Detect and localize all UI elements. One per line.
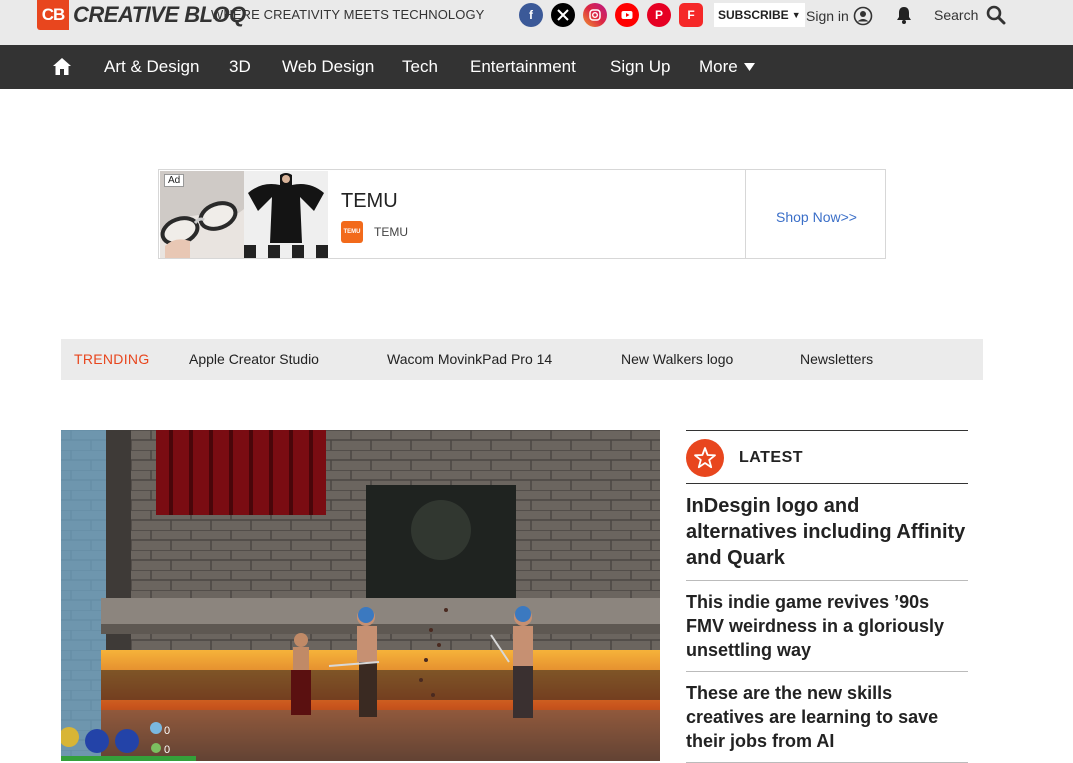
instagram-icon[interactable] xyxy=(583,3,607,27)
x-icon[interactable] xyxy=(551,3,575,27)
advertisement-banner[interactable]: Ad TEMU TEMU TEMU Shop Now>> xyxy=(158,169,886,259)
trending-label: TRENDING xyxy=(74,351,150,367)
instagram-glyph-icon xyxy=(589,9,601,21)
nav-sign-up[interactable]: Sign Up xyxy=(610,57,670,77)
caret-down-icon: ▼ xyxy=(791,10,801,20)
trending-item[interactable]: Apple Creator Studio xyxy=(189,351,319,367)
facebook-icon[interactable]: f xyxy=(519,3,543,27)
search-button[interactable]: Search xyxy=(934,5,1006,25)
sign-in-button[interactable]: Sign in xyxy=(806,6,873,26)
facebook-glyph: f xyxy=(529,8,533,22)
site-tagline: WHERE CREATIVITY MEETS TECHNOLOGY xyxy=(211,7,485,22)
search-label: Search xyxy=(934,7,979,23)
nav-art-design[interactable]: Art & Design xyxy=(104,57,199,77)
youtube-icon[interactable] xyxy=(615,3,639,27)
hero-image-game-scene[interactable]: 0 0 xyxy=(61,430,660,761)
trending-item[interactable]: Wacom MovinkPad Pro 14 xyxy=(387,351,552,367)
bell-icon xyxy=(897,7,911,24)
trending-item[interactable]: Newsletters xyxy=(800,351,873,367)
nav-entertainment[interactable]: Entertainment xyxy=(470,57,576,77)
sign-in-label: Sign in xyxy=(806,8,849,24)
pinterest-icon[interactable]: P xyxy=(647,3,671,27)
trending-bar: TRENDING Apple Creator Studio Wacom Movi… xyxy=(61,339,983,380)
subscribe-label: SUBSCRIBE xyxy=(718,8,789,22)
nav-tech[interactable]: Tech xyxy=(402,57,438,77)
pinterest-glyph: P xyxy=(654,8,663,22)
social-links: f P F xyxy=(519,3,703,27)
search-icon xyxy=(987,5,1006,25)
ad-image-dress xyxy=(244,171,328,258)
ad-brand-icon-text: TEMU xyxy=(343,229,361,235)
trending-item[interactable]: New Walkers logo xyxy=(621,351,733,367)
star-icon xyxy=(686,439,724,477)
nav-more[interactable]: More xyxy=(699,57,755,77)
notifications-button[interactable] xyxy=(895,5,913,30)
nav-more-label: More xyxy=(699,57,738,76)
latest-news-panel: LATEST InDesgin logo and alternatives in… xyxy=(686,430,968,763)
x-logo-icon xyxy=(557,9,569,21)
latest-header: LATEST xyxy=(686,430,968,484)
latest-article-link[interactable]: This indie game revives ’90s FMV weirdne… xyxy=(686,581,968,672)
logo-mark: CB xyxy=(37,0,69,30)
ad-title[interactable]: TEMU xyxy=(341,190,398,213)
latest-article-link[interactable]: These are the new skills creatives are l… xyxy=(686,672,968,763)
latest-article-link[interactable]: InDesgin logo and alternatives including… xyxy=(686,484,968,581)
main-nav: Art & Design 3D Web Design Tech Entertai… xyxy=(0,45,1073,89)
home-link[interactable] xyxy=(52,57,72,81)
temu-logo-icon: TEMU xyxy=(341,221,363,243)
latest-label: LATEST xyxy=(739,449,804,466)
nav-web-design[interactable]: Web Design xyxy=(282,57,374,77)
ad-shop-now-link[interactable]: Shop Now>> xyxy=(776,209,857,225)
flipboard-icon[interactable]: F xyxy=(679,3,703,27)
ad-image-glasses: Ad xyxy=(160,171,244,258)
ad-badge: Ad xyxy=(164,174,185,187)
ad-brand-name: TEMU xyxy=(374,225,408,239)
hud-count: 0 xyxy=(164,744,171,756)
triangle-down-icon xyxy=(743,62,755,71)
user-icon xyxy=(853,6,873,26)
ad-divider xyxy=(745,170,746,258)
youtube-glyph-icon xyxy=(621,11,633,19)
hud-count: 0 xyxy=(164,725,171,737)
top-header: CB CREATIVE BLOQ WHERE CREATIVITY MEETS … xyxy=(0,0,1073,45)
nav-3d[interactable]: 3D xyxy=(229,57,251,77)
flipboard-glyph: F xyxy=(687,8,695,22)
home-icon xyxy=(53,58,71,75)
subscribe-button[interactable]: SUBSCRIBE ▼ xyxy=(714,3,805,27)
